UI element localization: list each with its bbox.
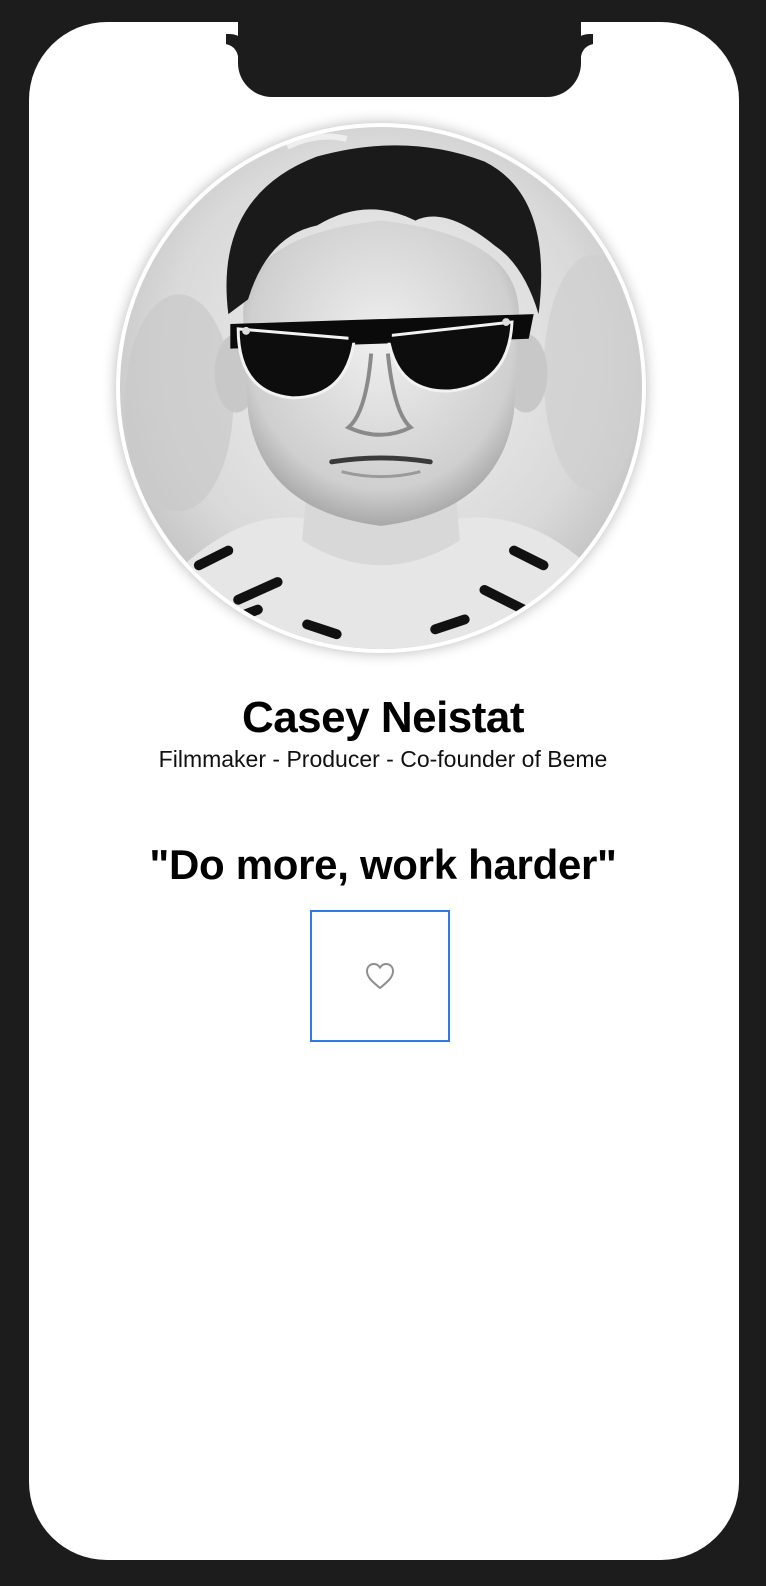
device-frame: Casey Neistat Filmmaker - Producer - Co-… — [0, 0, 766, 1586]
profile-quote: "Do more, work harder" — [149, 841, 617, 888]
like-button[interactable] — [310, 910, 450, 1042]
profile-name: Casey Neistat — [241, 693, 525, 742]
profile-avatar — [116, 123, 646, 653]
avatar-photo — [120, 127, 642, 649]
heart-outline-icon — [366, 963, 394, 989]
profile-subtitle: Filmmaker - Producer - Co-founder of Bem… — [158, 746, 608, 772]
device-notch — [238, 22, 581, 97]
